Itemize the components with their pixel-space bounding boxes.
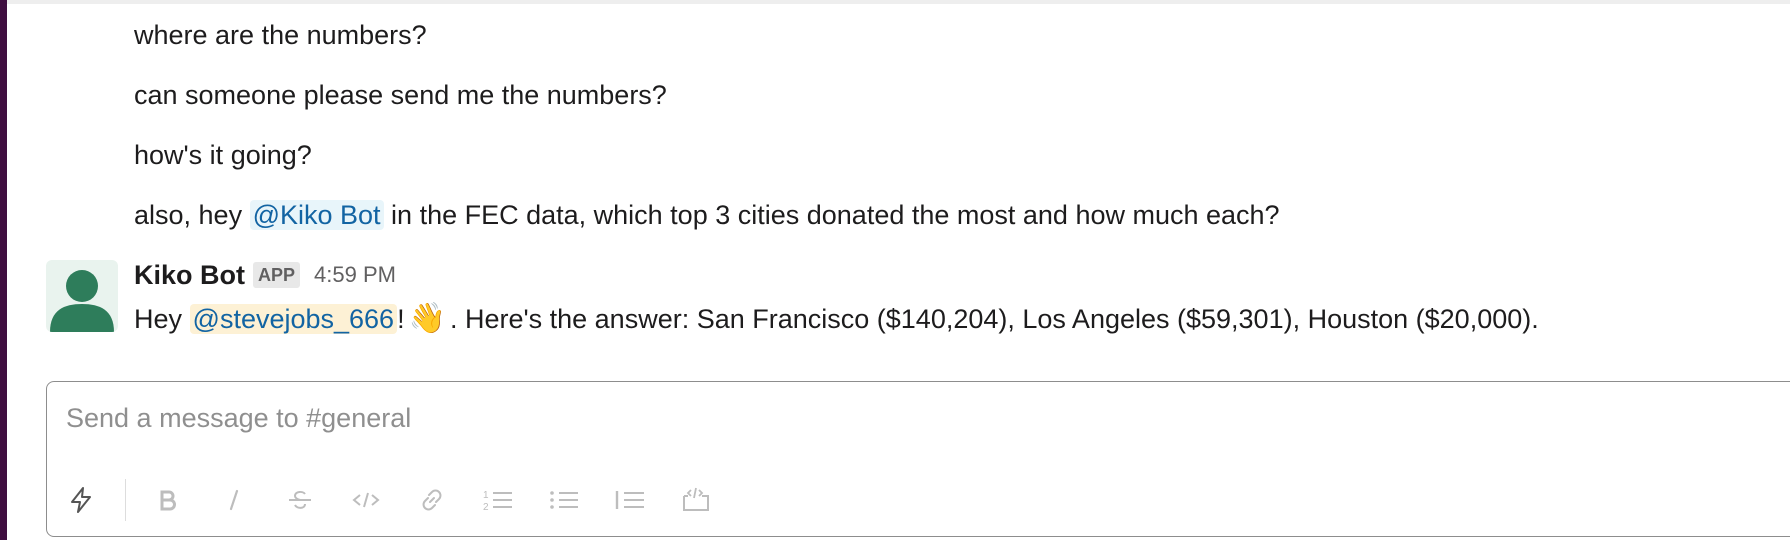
shortcuts-button[interactable] bbox=[59, 478, 103, 522]
message-header: Kiko Bot APP 4:59 PM bbox=[134, 258, 396, 292]
message-line: where are the numbers? bbox=[134, 18, 427, 52]
message-text: in the FEC data, which top 3 cities dona… bbox=[383, 200, 1280, 230]
user-mention-kiko-bot[interactable]: @Kiko Bot bbox=[249, 200, 384, 230]
link-icon bbox=[422, 489, 442, 511]
sender-name[interactable]: Kiko Bot bbox=[134, 260, 245, 291]
avatar[interactable] bbox=[46, 260, 118, 332]
svg-text:1: 1 bbox=[483, 490, 489, 501]
message-text: ! bbox=[397, 304, 405, 334]
message-line: how's it going? bbox=[134, 138, 312, 172]
italic-icon bbox=[229, 489, 239, 511]
workspace-sidebar-edge bbox=[0, 0, 7, 540]
message-text: Hey bbox=[134, 304, 190, 334]
message-text: where are the numbers? bbox=[134, 20, 427, 50]
blockquote-button[interactable] bbox=[608, 478, 652, 522]
message-composer: 1 2 bbox=[46, 381, 1790, 537]
numbered-list-button[interactable]: 1 2 bbox=[476, 478, 520, 522]
timestamp[interactable]: 4:59 PM bbox=[314, 262, 396, 288]
bold-icon bbox=[160, 490, 176, 511]
message-text: also, hey bbox=[134, 200, 250, 230]
bulleted-list-icon bbox=[550, 491, 578, 509]
top-divider bbox=[7, 0, 1790, 4]
link-button[interactable] bbox=[410, 478, 454, 522]
toolbar-divider bbox=[125, 479, 126, 521]
blockquote-icon bbox=[615, 491, 644, 509]
svg-text:2: 2 bbox=[483, 502, 489, 513]
code-block-icon bbox=[683, 487, 709, 511]
formatting-toolbar: 1 2 bbox=[59, 478, 740, 522]
message-text: how's it going? bbox=[134, 140, 312, 170]
numbered-list-icon: 1 2 bbox=[483, 490, 512, 513]
italic-button[interactable] bbox=[212, 478, 256, 522]
strikethrough-button[interactable] bbox=[278, 478, 322, 522]
bold-button[interactable] bbox=[146, 478, 190, 522]
code-button[interactable] bbox=[344, 478, 388, 522]
lightning-icon bbox=[71, 487, 91, 513]
message-text: . Here's the answer: San Francisco ($140… bbox=[449, 304, 1539, 334]
code-icon bbox=[352, 492, 380, 508]
message-line: can someone please send me the numbers? bbox=[134, 78, 667, 112]
message-text: can someone please send me the numbers? bbox=[134, 80, 667, 110]
bulleted-list-button[interactable] bbox=[542, 478, 586, 522]
message-input[interactable] bbox=[64, 402, 1668, 435]
person-icon bbox=[50, 270, 114, 332]
message-line: also, hey @Kiko Bot in the FEC data, whi… bbox=[134, 198, 1280, 232]
wave-emoji: 👋 bbox=[408, 302, 446, 335]
user-mention-self[interactable]: @stevejobs_666 bbox=[189, 304, 398, 334]
strikethrough-icon bbox=[289, 490, 311, 509]
bot-message-body: Hey @stevejobs_666! 👋. Here's the answer:… bbox=[134, 302, 1539, 336]
code-block-button[interactable] bbox=[674, 478, 718, 522]
app-badge: APP bbox=[253, 262, 301, 288]
